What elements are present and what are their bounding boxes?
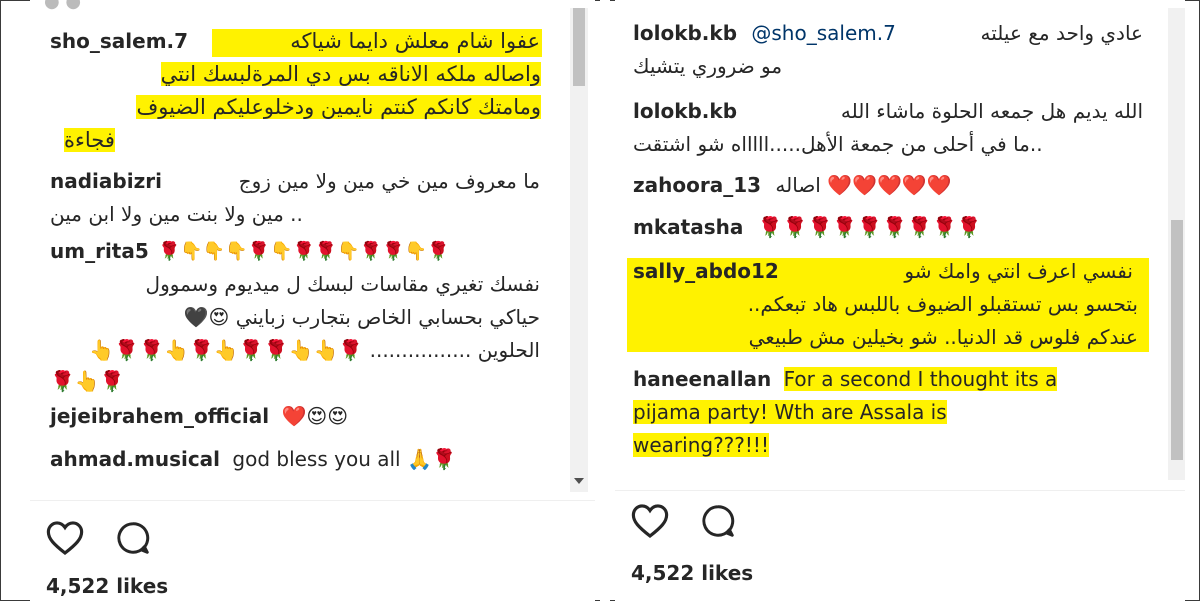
comment-text-line: عندكم فلوس قد الدنيا.. شو بخيلين مش طبيع… (748, 325, 1138, 349)
comment-emoji: 🌹👇👇👇🌹👇🌹🌹👇🌹🌹👇🌹 (158, 241, 450, 262)
comment-text-line: الله يديم هل جمعه الحلوة ماشاء الله (840, 99, 1143, 123)
comment-username[interactable]: lolokb.kb (633, 99, 737, 123)
scroll-down-arrow-icon[interactable] (574, 478, 584, 484)
comment-text-line: 🌹👆🌹 (50, 369, 125, 393)
section-divider (615, 490, 1185, 491)
comment-username[interactable]: sho_salem.7 (50, 26, 188, 57)
comment-item: jejeibrahem_official ❤️😍😍 (50, 401, 348, 432)
comment-text-line: ..ما في أحلى من جمعة الأهل.....اااااه شو… (633, 132, 1043, 156)
comment-text-line: مو ضروري يتشيك (633, 54, 783, 78)
cutoff-comment: ● ● (44, 0, 82, 12)
cutoff-comment: — — — — — — — — — — (50, 484, 256, 497)
comment-username[interactable]: lolokb.kb (633, 21, 737, 45)
right-comments-list[interactable]: lolokb.kb @sho_salem.7 عادي واحد مع عيلت… (615, 0, 1185, 495)
comment-username[interactable]: sally_abdo12 (633, 256, 779, 287)
comment-text-line: واصاله ملكه الاناقه بس دي المرةلبسك انتي (160, 62, 541, 86)
scrollbar-thumb[interactable] (1171, 220, 1183, 460)
comment-username[interactable]: um_rita5 (50, 236, 149, 267)
comment-text-line: حياكي بحسابي الخاص بتجارب زبايني 😍🖤 (183, 305, 540, 329)
comment-text: god bless you all 🙏🌹 (232, 447, 457, 471)
comment-text-line: الحلوين ................ 🌹👆👆🌹🌹👆🌹👆🌹🌹👆 (89, 338, 540, 362)
left-post-actions (46, 520, 152, 556)
comment-text-line: فجاءة (64, 128, 115, 152)
likes-count[interactable]: 4,522 likes (46, 574, 168, 598)
comment-text: 🌹🌹🌹🌹🌹🌹🌹🌹🌹 (757, 215, 982, 239)
left-comments-list[interactable]: ● ● sho_salem.7 عفوا شام معلش دايما شياك… (30, 0, 595, 497)
left-scrollbar[interactable] (570, 8, 588, 492)
comment-text-line: عفوا شام معلش دايما شياكه (290, 29, 540, 53)
comment-text: اصاله ❤️❤️❤️❤️❤️ (775, 173, 952, 197)
comment-username[interactable]: haneenallan (633, 367, 771, 391)
right-scrollbar[interactable] (1168, 8, 1185, 480)
comment-text-line: wearing???!!! (633, 433, 769, 457)
right-post-actions (631, 503, 737, 539)
comment-item: haneenallan For a second I thought its a… (633, 364, 1163, 461)
comment-username[interactable]: jejeibrahem_official (50, 404, 269, 428)
comment-text-line: For a second I thought its a (783, 367, 1058, 391)
comment-text-line: بتحسو بس تستقبلو الضيوف باللبس هاد تبعكم… (747, 292, 1138, 316)
comment-item: ahmad.musical god bless you all 🙏🌹 (50, 444, 457, 475)
comment-text-line: pijama party! Wth are Assala is (633, 400, 947, 424)
comment-item: zahoora_13 اصاله ❤️❤️❤️❤️❤️ (633, 170, 952, 201)
heart-outline-icon[interactable] (46, 520, 84, 556)
right-post-panel: lolokb.kb @sho_salem.7 عادي واحد مع عيلت… (615, 0, 1185, 601)
section-divider (30, 500, 595, 501)
comment-username[interactable]: ahmad.musical (50, 447, 220, 471)
comment-item: lolokb.kb @sho_salem.7 عادي واحد مع عيلت… (633, 18, 1163, 78)
comment-mention[interactable]: @sho_salem.7 (751, 21, 895, 45)
comment-text-line: ما معروف مين خي مين ولا مين زوج (238, 169, 540, 193)
comment-text-line: .. مين ولا بنت مين ولا ابن مين (50, 202, 303, 226)
heart-outline-icon[interactable] (631, 503, 669, 539)
comment-text-line: ومامتك كانكم كنتم نايمين ودخلوعليكم الضي… (136, 95, 541, 119)
comment-text-line: عادي واحد مع عيلته (980, 21, 1143, 45)
likes-count[interactable]: 4,522 likes (631, 561, 753, 585)
comment-text-line: نفسي اعرف انتي وامك شو (904, 259, 1133, 283)
comment-username[interactable]: mkatasha (633, 215, 743, 239)
scrollbar-thumb[interactable] (573, 8, 585, 86)
panel-gap (600, 0, 610, 601)
comment-bubble-icon[interactable] (699, 503, 737, 539)
comment-text: ❤️😍😍 (281, 404, 349, 428)
comment-username[interactable]: zahoora_13 (633, 173, 761, 197)
comment-text-line: نفسك تغيري مقاسات لبسك ل ميديوم وسموول (145, 272, 540, 296)
comment-item: lolokb.kb الله يديم هل جمعه الحلوة ماشاء… (633, 96, 1163, 156)
comment-bubble-icon[interactable] (114, 520, 152, 556)
left-post-panel: ● ● sho_salem.7 عفوا شام معلش دايما شياك… (30, 0, 595, 601)
comment-username[interactable]: nadiabizri (50, 166, 162, 197)
comment-item: mkatasha 🌹🌹🌹🌹🌹🌹🌹🌹🌹 (633, 212, 982, 243)
